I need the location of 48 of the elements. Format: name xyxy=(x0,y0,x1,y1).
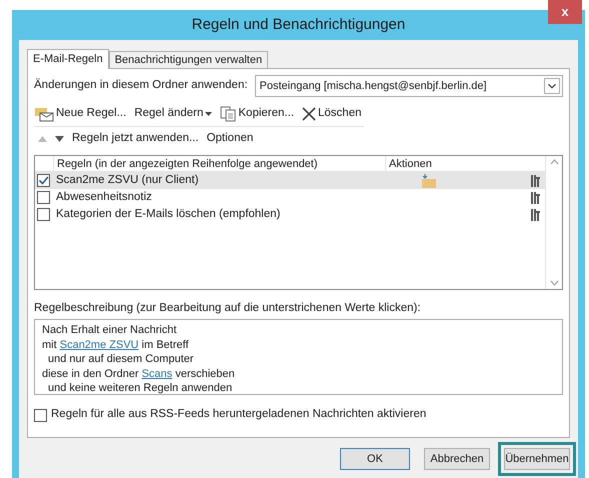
close-icon xyxy=(302,106,316,120)
toolbar-button[interactable]: Löschen xyxy=(302,104,362,122)
checkbox[interactable] xyxy=(34,408,47,422)
value-link[interactable]: Scan2me ZSVU xyxy=(60,338,139,350)
folder-label: Änderungen in diesem Ordner anwenden: xyxy=(34,77,248,94)
chevron-down-icon xyxy=(544,78,560,94)
rule-name: Abwesenheitsnotiz xyxy=(56,190,153,205)
dialog-button[interactable]: Abbrechen xyxy=(424,448,490,470)
window-title: Regeln und Benachrichtigungen xyxy=(192,14,406,35)
checkbox[interactable] xyxy=(37,191,50,204)
description-text: verschieben xyxy=(175,368,235,380)
tools-icon xyxy=(529,208,543,222)
tab[interactable]: E-Mail-Regeln xyxy=(27,49,109,69)
column-header[interactable]: Aktionen xyxy=(386,156,545,171)
arrow-down-icon[interactable] xyxy=(55,136,64,142)
description-text: diese in den Ordner xyxy=(42,368,139,380)
copy-icon xyxy=(220,106,236,122)
tools-icon xyxy=(529,190,543,204)
description-text: und keine weiteren Regeln anwenden xyxy=(48,382,232,394)
toolbar-button[interactable]: Neue Regel... xyxy=(34,104,126,122)
checkbox[interactable] xyxy=(37,208,50,221)
chevron-down-icon[interactable] xyxy=(550,280,558,286)
column-header[interactable]: Regeln (in der angezeigten Reihenfolge angewendet) xyxy=(54,156,386,171)
description-text: im Betreff xyxy=(142,338,189,350)
tab[interactable]: Benachrichtigungen verwalten xyxy=(108,51,268,68)
toolbar-button[interactable]: Regel ändern xyxy=(134,104,212,122)
caret-down-icon xyxy=(205,112,212,116)
checkbox[interactable] xyxy=(37,174,50,187)
tools-icon xyxy=(529,174,543,188)
description-text: Nach Erhalt einer Nachricht xyxy=(42,324,177,336)
folder-icon xyxy=(421,174,437,188)
envelope-icon xyxy=(34,106,54,122)
chevron-up-icon[interactable] xyxy=(550,159,558,165)
rule-name: Kategorien der E-Mails löschen (empfohlen) xyxy=(56,206,282,222)
folder-dropdown[interactable]: Posteingang [mischa.hengst@senbjf.berlin.de] xyxy=(254,75,563,97)
options-button[interactable]: Optionen xyxy=(206,130,254,148)
rss-label: Regeln für alle aus RSS-Feeds heruntergeladenen Nachrichten aktivieren xyxy=(51,407,426,422)
dialog-button[interactable]: Übernehmen xyxy=(504,448,570,470)
rule-row[interactable]: Scan2me ZSVU (nur Client) xyxy=(35,172,545,189)
value-link[interactable]: Scans xyxy=(142,368,172,380)
description-label: Regelbeschreibung (zur Bearbeitung auf die unterstrichenen Werte klicken): xyxy=(34,300,421,316)
dialog-button[interactable]: OK xyxy=(340,448,410,470)
close-button[interactable]: x xyxy=(548,0,582,24)
rule-name: Scan2me ZSVU (nur Client) xyxy=(56,172,200,188)
toolbar-button[interactable]: Kopieren... xyxy=(220,104,294,122)
description-text: und nur auf diesem Computer xyxy=(48,353,194,365)
run-rules-button[interactable]: Regeln jetzt anwenden... xyxy=(72,130,199,148)
description-text: mit xyxy=(42,338,57,350)
